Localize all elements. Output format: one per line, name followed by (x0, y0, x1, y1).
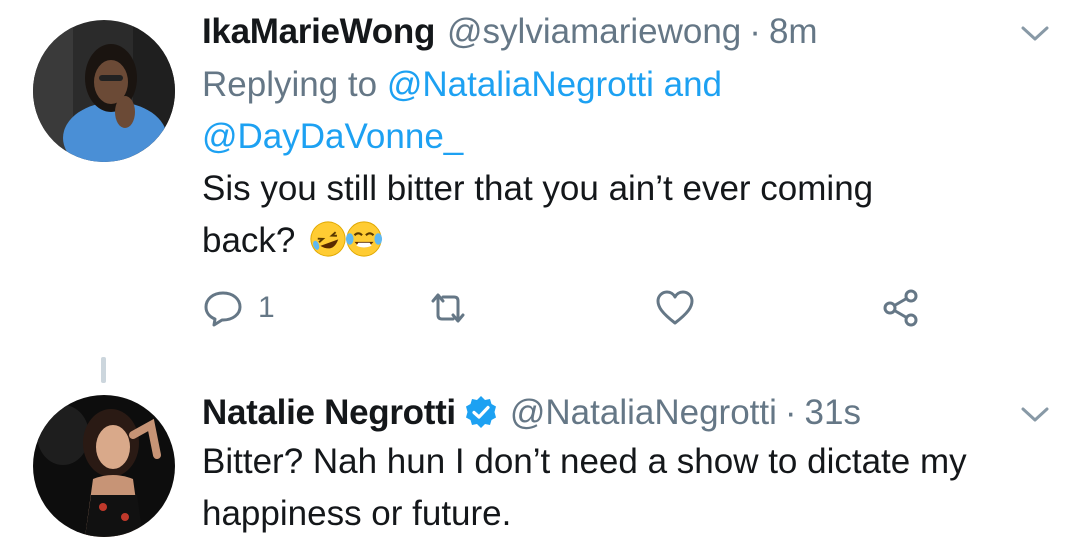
tweet-text-line: back? (202, 221, 296, 260)
mention-link[interactable]: @DayDaVonne_ (202, 117, 463, 156)
tweet-text-line: happiness or future. (202, 494, 512, 533)
display-name[interactable]: Natalie Negrotti (202, 391, 456, 435)
reply-button[interactable]: 1 (202, 285, 275, 331)
tweet-actions: 1 (202, 285, 942, 335)
retweet-icon (431, 293, 465, 323)
replying-conjunction: and (663, 65, 723, 104)
tweet-text: Sis you still bitter that you ain’t ever… (202, 163, 1040, 267)
verified-badge-icon (465, 396, 496, 428)
display-name[interactable]: IkaMarieWong (202, 10, 435, 54)
user-handle[interactable]: @NataliaNegrotti (510, 391, 777, 435)
user-handle[interactable]: @sylviamariewong (447, 10, 741, 54)
tweet-text-line: Bitter? Nah hun I don’t need a show to d… (202, 442, 967, 481)
tweet-header: Natalie Negrotti @NataliaNegrotti · 31s (202, 390, 1040, 435)
face-with-tears-of-joy-emoji (346, 221, 383, 257)
tweet-text-line: Sis you still bitter that you ain’t ever… (202, 169, 874, 208)
chevron-down-icon[interactable] (1020, 405, 1050, 425)
tweet-header: IkaMarieWong @sylviamariewong · 8m (202, 10, 1040, 54)
thread-connector (101, 357, 106, 383)
like-icon (656, 290, 694, 325)
avatar-natalie-negrotti[interactable] (33, 395, 175, 537)
timestamp[interactable]: 31s (805, 391, 861, 435)
mention-link[interactable]: @NataliaNegrotti (387, 65, 654, 104)
like-button[interactable] (654, 285, 696, 331)
timestamp[interactable]: 8m (769, 10, 818, 54)
separator-dot: · (749, 12, 761, 51)
retweet-button[interactable] (427, 285, 469, 331)
chevron-down-icon[interactable] (1020, 24, 1050, 44)
reply-icon (204, 291, 242, 327)
separator-dot: · (784, 393, 797, 432)
reply-count: 1 (258, 291, 275, 324)
share-icon (883, 289, 918, 327)
rolling-on-floor-laughing-emoji (310, 221, 346, 257)
tweet-text: Bitter? Nah hun I don’t need a show to d… (202, 436, 1040, 540)
avatar-ikamariewong[interactable] (33, 20, 175, 162)
replying-to: Replying to @NataliaNegrotti and @DayDaV… (202, 59, 1040, 163)
share-button[interactable] (880, 285, 922, 331)
replying-prefix: Replying to (202, 65, 378, 104)
